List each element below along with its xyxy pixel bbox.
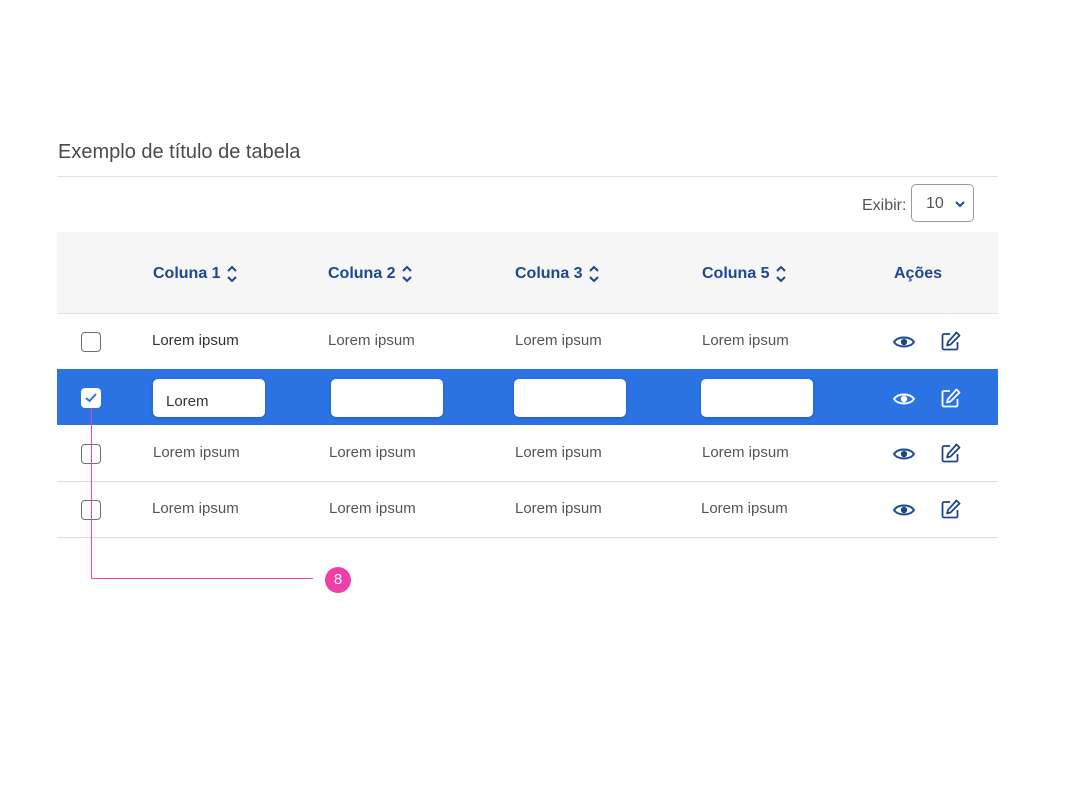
page-size-select[interactable]: 10 bbox=[911, 184, 974, 222]
table-cell: Lorem ipsum bbox=[153, 444, 240, 461]
column-header-label: Coluna 1 bbox=[153, 265, 221, 282]
column-header-2[interactable]: Coluna 2 bbox=[328, 265, 412, 283]
row-checkbox[interactable] bbox=[81, 332, 101, 352]
eye-icon[interactable] bbox=[893, 447, 915, 461]
page-size-value: 10 bbox=[926, 195, 944, 212]
table-cell: Lorem ipsum bbox=[329, 500, 416, 517]
chevron-down-icon bbox=[955, 201, 965, 208]
cell-input[interactable] bbox=[701, 379, 813, 417]
sort-icon[interactable] bbox=[775, 265, 786, 283]
cell-input[interactable] bbox=[331, 379, 443, 417]
column-header-5[interactable]: Coluna 5 bbox=[702, 265, 786, 283]
check-icon bbox=[85, 393, 97, 403]
edit-icon[interactable] bbox=[941, 443, 961, 463]
table-cell: Lorem ipsum bbox=[328, 332, 415, 349]
eye-icon[interactable] bbox=[893, 335, 915, 349]
table-header: Coluna 1 Coluna 2 Coluna 3 Coluna 5 Açõe… bbox=[57, 232, 998, 314]
edit-icon[interactable] bbox=[941, 388, 961, 408]
actions-header-label: Ações bbox=[894, 265, 943, 282]
cell-input[interactable] bbox=[514, 379, 626, 417]
eye-icon[interactable] bbox=[893, 503, 915, 517]
table-cell: Lorem ipsum bbox=[329, 444, 416, 461]
sort-icon[interactable] bbox=[588, 265, 599, 283]
row-checkbox-checked[interactable] bbox=[81, 388, 101, 408]
table-cell: Lorem ipsum bbox=[701, 500, 788, 517]
table-row[interactable]: Lorem ipsum Lorem ipsum Lorem ipsum Lore… bbox=[57, 425, 998, 482]
edit-icon[interactable] bbox=[941, 499, 961, 519]
table-cell: Lorem ipsum bbox=[702, 332, 789, 349]
annotation-marker: 8 bbox=[325, 567, 351, 593]
annotation-line bbox=[91, 578, 313, 579]
table-row[interactable]: Lorem ipsum Lorem ipsum Lorem ipsum Lore… bbox=[57, 313, 998, 370]
page-size-label: Exibir: bbox=[862, 197, 907, 214]
column-header-label: Coluna 3 bbox=[515, 265, 583, 282]
table-row-selected[interactable]: Lorem bbox=[57, 369, 998, 425]
edit-icon[interactable] bbox=[941, 331, 961, 351]
column-header-label: Coluna 5 bbox=[702, 265, 770, 282]
actions-header: Ações bbox=[894, 265, 942, 283]
column-header-label: Coluna 2 bbox=[328, 265, 396, 282]
cell-input[interactable]: Lorem bbox=[153, 379, 265, 417]
annotation-line bbox=[91, 408, 92, 579]
table-cell: Lorem ipsum bbox=[152, 500, 239, 517]
table-cell: Lorem ipsum bbox=[515, 500, 602, 517]
table-cell: Lorem ipsum bbox=[152, 332, 239, 349]
sort-icon[interactable] bbox=[226, 265, 237, 283]
sort-icon[interactable] bbox=[401, 265, 412, 283]
table-cell: Lorem ipsum bbox=[515, 444, 602, 461]
eye-icon[interactable] bbox=[893, 392, 915, 406]
column-header-3[interactable]: Coluna 3 bbox=[515, 265, 599, 283]
column-header-1[interactable]: Coluna 1 bbox=[153, 265, 237, 283]
table-cell: Lorem ipsum bbox=[515, 332, 602, 349]
divider bbox=[57, 176, 998, 177]
table-cell: Lorem ipsum bbox=[702, 444, 789, 461]
table-row[interactable]: Lorem ipsum Lorem ipsum Lorem ipsum Lore… bbox=[57, 481, 998, 538]
table-title: Exemplo de título de tabela bbox=[58, 141, 301, 163]
